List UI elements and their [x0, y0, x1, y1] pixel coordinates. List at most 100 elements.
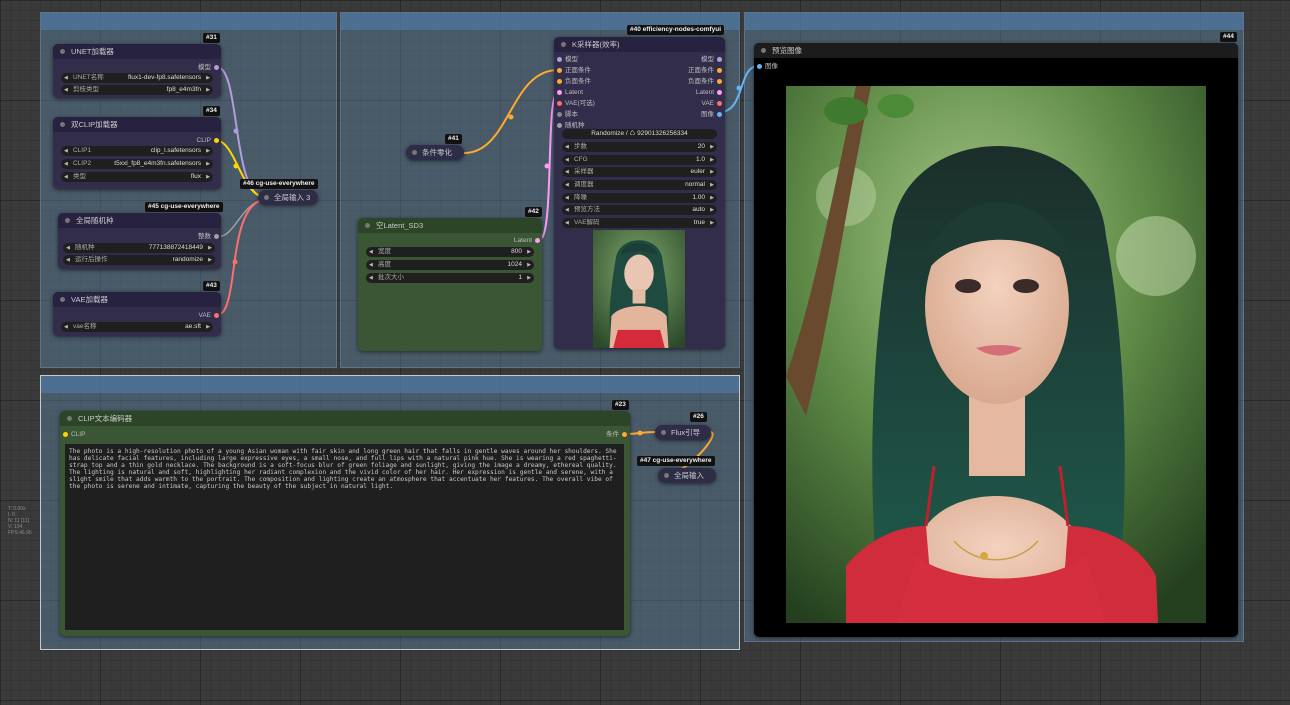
output-dot[interactable]	[717, 112, 722, 117]
input-dot-negative[interactable]	[557, 79, 562, 84]
node-id-badge: #43	[203, 281, 220, 291]
widget-value: clip_l.safetensors	[150, 147, 201, 154]
stat-line: FPS:46.95	[8, 530, 32, 536]
node-id-badge: #45 cg-use-everywhere	[145, 202, 223, 212]
clip2-combo[interactable]: CLIP2 t5xxl_fp8_e4m3fn.safetensors	[61, 159, 213, 169]
node-title[interactable]: 双CLIP加载器	[53, 117, 221, 132]
dual-clip-loader-node[interactable]: 双CLIP加载器 CLIP CLIP1 clip_l.safetensors CL…	[53, 117, 221, 189]
node-title[interactable]: 预览图像	[754, 43, 1238, 58]
input-dot-seed[interactable]	[557, 123, 562, 128]
prompt-textarea[interactable]: The photo is a high-resolution photo of …	[65, 444, 624, 630]
node-title[interactable]: 全局随机种	[58, 213, 221, 228]
vae-name-combo[interactable]: vae名称 ae.sft	[61, 322, 213, 332]
input-slot-model: 模型	[565, 56, 578, 63]
input-dot-image[interactable]	[757, 64, 762, 69]
seed-number-widget[interactable]: 随机种 777138872418449	[63, 243, 215, 253]
steps-widget[interactable]: 步数 20	[562, 142, 717, 152]
clip1-combo[interactable]: CLIP1 clip_l.safetensors	[61, 146, 213, 156]
output-dot[interactable]	[717, 90, 722, 95]
node-title[interactable]: UNET加载器	[53, 44, 221, 59]
flux-guidance-node[interactable]: Flux引导	[655, 425, 711, 440]
widget-label: 高度	[378, 261, 391, 268]
node-title[interactable]: 空Latent_SD3	[358, 218, 542, 233]
node-id-badge: #42	[525, 207, 542, 217]
widget-value: 800	[511, 248, 522, 255]
widget-label: 降噪	[574, 194, 587, 201]
input-dot-vae[interactable]	[557, 101, 562, 106]
output-slot-negative: 负面条件	[688, 78, 714, 85]
input-dot-latent[interactable]	[557, 90, 562, 95]
global-input-node[interactable]: 全局输入	[658, 468, 716, 483]
weight-dtype-combo[interactable]: 剪枝类型 fp8_e4m3fn	[61, 85, 213, 95]
widget-value: euler	[690, 168, 705, 175]
ksampler-efficient-node[interactable]: K采样器(效率) 模型 正面条件 负面条件 Latent VAE(可选) 脚本 …	[554, 37, 725, 349]
widget-value: 1	[518, 274, 522, 281]
input-dot-model[interactable]	[557, 57, 562, 62]
input-dot-script[interactable]	[557, 112, 562, 117]
node-title[interactable]: VAE加载器	[53, 292, 221, 307]
output-dot[interactable]	[214, 65, 219, 70]
output-slot-conditioning: 条件	[606, 431, 619, 438]
output-dot[interactable]	[717, 79, 722, 84]
input-dot-clip[interactable]	[63, 432, 68, 437]
node-id-badge: #26	[690, 412, 707, 422]
height-widget[interactable]: 高度 1024	[366, 260, 534, 270]
seed-randomize-button[interactable]: Randomize / ♺ 92901326256334	[562, 129, 717, 139]
clip-type-combo[interactable]: 类型 flux	[61, 172, 213, 182]
global-input-3-node[interactable]: 全局输入 3	[258, 190, 318, 205]
output-slot-model: 模型	[198, 64, 211, 71]
input-slot-latent: Latent	[565, 89, 584, 96]
sampler-combo[interactable]: 采样器 euler	[562, 167, 717, 177]
vae-loader-node[interactable]: VAE加载器 VAE vae名称 ae.sft	[53, 292, 221, 336]
clip-text-encode-node[interactable]: CLIP文本编码器 CLIP 条件 The photo is a high-re…	[60, 411, 630, 636]
node-title[interactable]: K采样器(效率)	[554, 37, 725, 52]
widget-value: 20	[697, 143, 705, 150]
input-dot-positive[interactable]	[557, 68, 562, 73]
widget-value: randomize	[172, 256, 203, 263]
vae-decode-combo[interactable]: VAE解码 true	[562, 218, 717, 228]
output-dot[interactable]	[717, 57, 722, 62]
preview-image-node[interactable]: 预览图像 图像	[754, 43, 1238, 637]
width-widget[interactable]: 宽度 800	[366, 247, 534, 257]
control-after-generate-combo[interactable]: 运行后操作 randomize	[63, 255, 215, 265]
output-dot[interactable]	[622, 432, 627, 437]
wire-vae	[216, 199, 263, 316]
widget-label: 采样器	[574, 168, 594, 175]
output-slot-image: 图像	[701, 111, 714, 118]
empty-latent-node[interactable]: 空Latent_SD3 Latent 宽度 800 高度 1024 批次大小 1	[358, 218, 542, 351]
widget-label: 步数	[574, 143, 587, 150]
widget-label: 类型	[73, 173, 86, 180]
batch-size-widget[interactable]: 批次大小 1	[366, 273, 534, 283]
node-id-badge: #31	[203, 33, 220, 43]
widget-label: CLIP2	[73, 160, 92, 167]
cfg-widget[interactable]: CFG 1.0	[562, 155, 717, 165]
widget-value: true	[693, 219, 705, 226]
output-dot[interactable]	[535, 238, 540, 243]
output-dot[interactable]	[214, 138, 219, 143]
ksampler-preview-thumbnail	[593, 230, 685, 348]
widget-value: flux	[190, 173, 201, 180]
output-dot[interactable]	[214, 313, 219, 318]
output-slot-latent: Latent	[513, 237, 532, 244]
node-id-badge: #47 cg-use-everywhere	[637, 456, 715, 466]
node-id-badge: #41	[445, 134, 462, 144]
preview-method-combo[interactable]: 预览方法 auto	[562, 205, 717, 215]
output-dot[interactable]	[214, 234, 219, 239]
input-slot-clip: CLIP	[71, 431, 86, 438]
node-title[interactable]: CLIP文本编码器	[60, 411, 630, 426]
output-slot-clip: CLIP	[196, 137, 211, 144]
widget-value: 1.0	[695, 156, 705, 163]
conditioning-zero-node[interactable]: 条件零化	[406, 145, 464, 160]
global-seed-node[interactable]: 全局随机种 整数 随机种 777138872418449 运行后操作 randomi…	[58, 213, 221, 269]
unet-name-combo[interactable]: UNET名称 flux1-dev-fp8.safetensors	[61, 73, 213, 83]
input-slot-script: 脚本	[565, 111, 578, 118]
widget-label: 批次大小	[378, 274, 404, 281]
output-dot[interactable]	[717, 101, 722, 106]
widget-label: VAE解码	[574, 219, 600, 226]
output-slot-vae: VAE	[701, 100, 714, 107]
output-slot-latent: Latent	[695, 89, 714, 96]
unet-loader-node[interactable]: UNET加载器 模型 UNET名称 flux1-dev-fp8.safetenso…	[53, 44, 221, 98]
denoise-widget[interactable]: 降噪 1.00	[562, 193, 717, 203]
scheduler-combo[interactable]: 调度器 normal	[562, 180, 717, 190]
output-dot[interactable]	[717, 68, 722, 73]
